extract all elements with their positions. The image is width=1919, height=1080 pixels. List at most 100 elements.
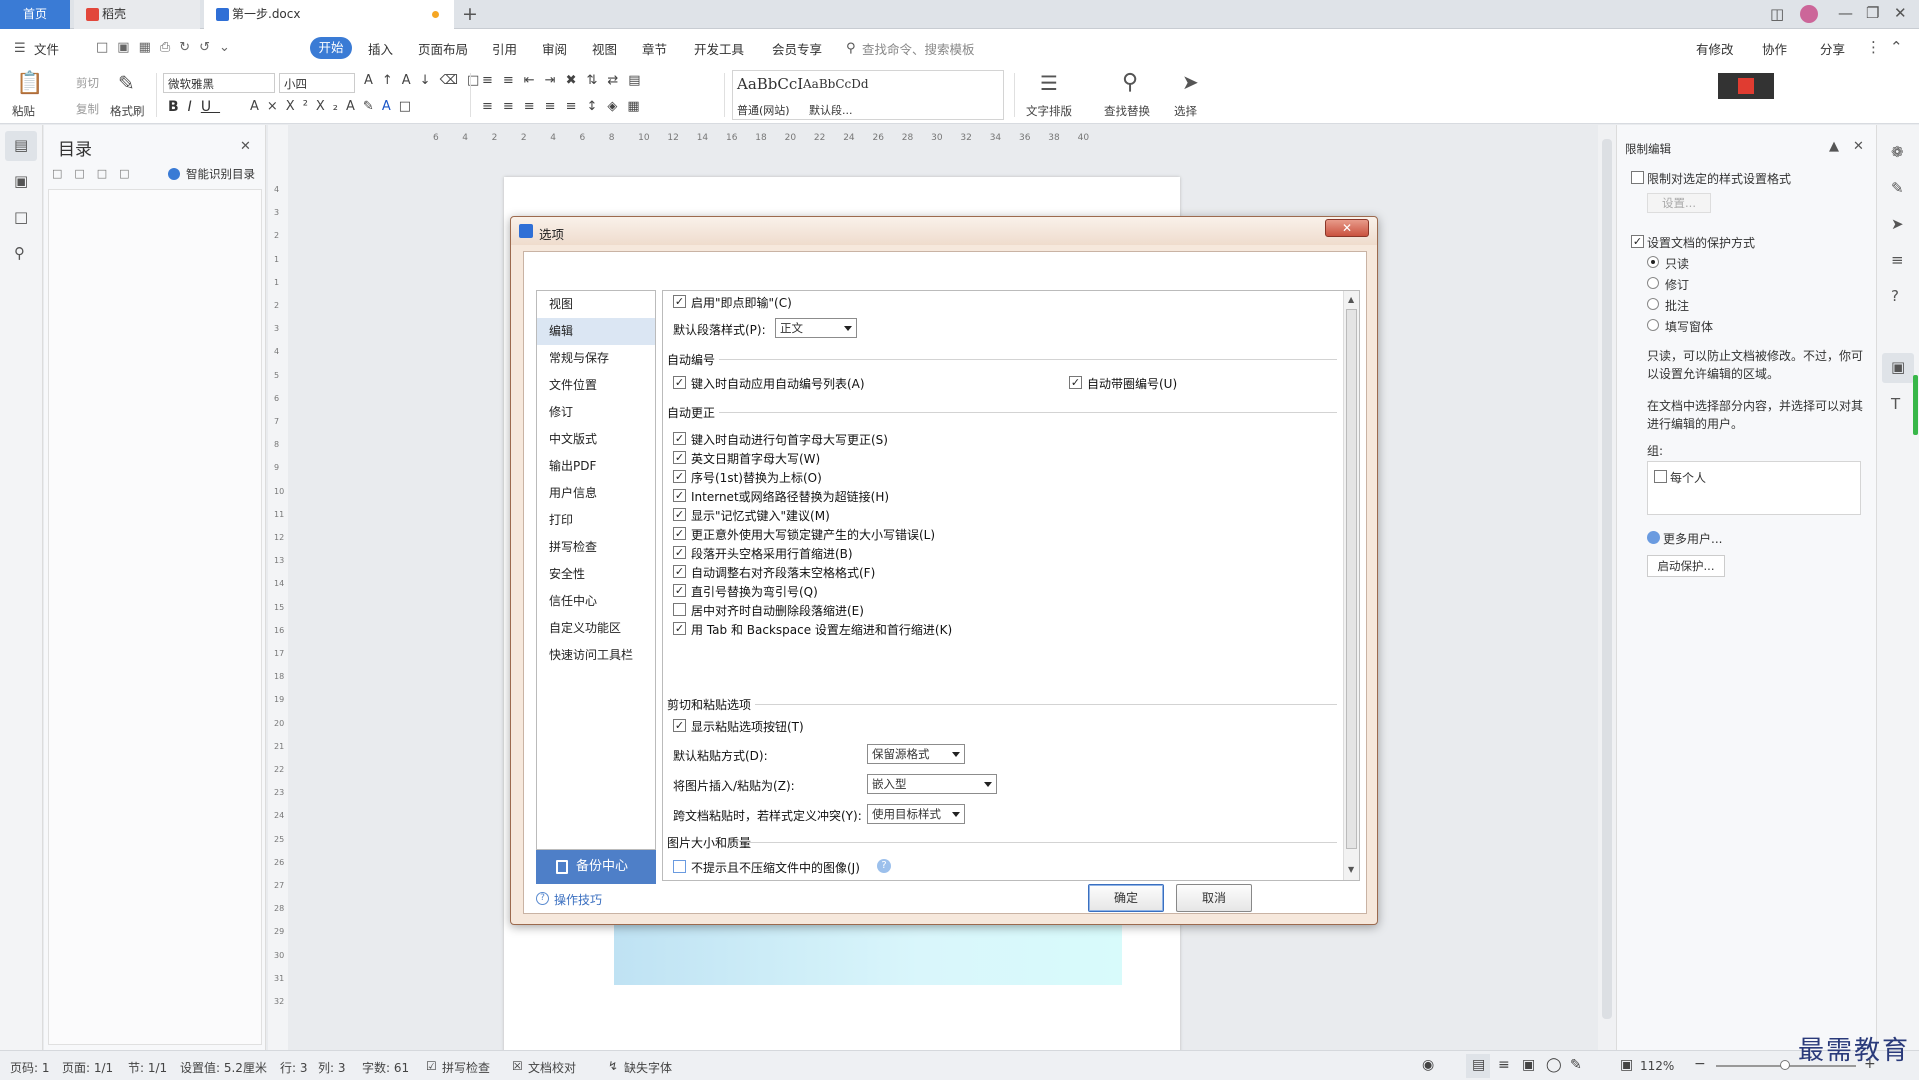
find-icon[interactable]: ⚲ [14, 246, 25, 261]
paste-icon[interactable]: 📋 [16, 73, 43, 95]
fit-page-icon[interactable]: ▣ [1620, 1057, 1633, 1073]
status-word-count[interactable]: 字数: 61 [362, 1059, 409, 1076]
backup-center-button[interactable]: 备份中心 [536, 850, 656, 884]
autocorrect-checkbox[interactable]: ✓ [673, 432, 686, 445]
document-image[interactable] [614, 919, 1122, 985]
settings-sliders-icon[interactable]: ≡ [1891, 253, 1904, 268]
font-size-select[interactable]: 小四 [279, 73, 355, 93]
style-icon[interactable]: ❁ [1891, 145, 1904, 160]
ok-button[interactable]: 确定 [1088, 884, 1164, 912]
category-item[interactable]: 拼写检查 [537, 534, 655, 561]
minimize-icon[interactable]: — [1838, 6, 1853, 21]
category-item[interactable]: 修订 [537, 399, 655, 426]
format-painter-icon[interactable]: ✎ [118, 73, 135, 93]
share-button[interactable]: 分享 [1820, 39, 1845, 58]
ime-toolbar[interactable] [1718, 73, 1774, 99]
tips-link[interactable]: 操作技巧 [554, 891, 602, 908]
autocorrect-checkbox[interactable]: ✓ [673, 584, 686, 597]
style-default-preview[interactable]: AaBbCcDd [803, 77, 869, 91]
copy-button[interactable]: 复制 [76, 101, 99, 117]
collapse-ribbon-icon[interactable]: ⌃ [1890, 40, 1903, 55]
show-paste-button-checkbox[interactable]: ✓ [673, 719, 686, 732]
radio-readonly[interactable] [1647, 256, 1659, 268]
tab-document[interactable]: 第一步.docx [204, 0, 454, 29]
auto-number-list-checkbox[interactable]: ✓ [673, 376, 686, 389]
category-item[interactable]: 视图 [537, 291, 655, 318]
text-effect-tools[interactable]: A×X²X₂A✎A□ [250, 99, 419, 114]
find-replace-icon[interactable]: ⚲ [1122, 72, 1138, 94]
zoom-level[interactable]: 112% [1640, 1059, 1674, 1073]
panel-close-icon[interactable]: ✕ [1853, 139, 1864, 154]
menu-insert[interactable]: 插入 [368, 39, 393, 58]
layout-icon[interactable]: ◫ [1770, 7, 1784, 22]
dialog-titlebar[interactable]: 选项 ✕ [511, 217, 1377, 245]
radio-revision[interactable] [1647, 277, 1659, 289]
status-spell-check[interactable]: 拼写检查 [442, 1059, 490, 1076]
find-replace-label[interactable]: 查找替换 [1104, 103, 1150, 119]
lock-icon[interactable]: ▣ [1891, 360, 1905, 375]
category-item[interactable]: 安全性 [537, 561, 655, 588]
font-family-select[interactable]: 微软雅黑 [163, 73, 275, 93]
collaborate-button[interactable]: 协作 [1762, 39, 1787, 58]
alignment-tools[interactable]: ≡≡≡≡≡↕◈▦ [482, 99, 650, 114]
category-item[interactable]: 输出PDF [537, 453, 655, 480]
cross-doc-select[interactable]: 使用目标样式 [867, 804, 965, 824]
close-window-icon[interactable]: ✕ [1894, 6, 1907, 21]
menu-file[interactable]: 文件 [34, 39, 59, 58]
restrict-panel-title[interactable]: 限制编辑 [1625, 141, 1671, 157]
outline-view-icon[interactable]: ≡ [1498, 1057, 1510, 1073]
menu-member[interactable]: 会员专享 [772, 39, 822, 58]
chapter-nav-icon[interactable]: ▣ [14, 174, 28, 189]
radio-comment[interactable] [1647, 298, 1659, 310]
toc-close-icon[interactable]: ✕ [240, 139, 251, 154]
text-icon[interactable]: T [1891, 397, 1900, 412]
autocorrect-checkbox[interactable]: ✓ [673, 470, 686, 483]
autocorrect-checkbox[interactable]: ✓ [673, 489, 686, 502]
style-normal-web-preview[interactable]: AaBbCcI [737, 75, 803, 93]
instant-input-checkbox[interactable]: ✓ [673, 295, 686, 308]
image-insert-select[interactable]: 嵌入型 [867, 774, 997, 794]
status-doc-proof[interactable]: 文档校对 [528, 1059, 576, 1076]
command-search[interactable]: 查找命令、搜索模板 [862, 39, 975, 58]
status-page[interactable]: 页码: 1 [10, 1059, 50, 1076]
autocorrect-checkbox[interactable]: ✓ [673, 527, 686, 540]
default-paste-select[interactable]: 保留源格式 [867, 744, 965, 764]
zoom-slider-thumb[interactable] [1780, 1060, 1790, 1070]
category-item[interactable]: 快速访问工具栏 [537, 642, 655, 669]
autocorrect-checkbox[interactable]: ✓ [673, 508, 686, 521]
has-changes-button[interactable]: 有修改 [1696, 39, 1734, 58]
autocorrect-checkbox[interactable]: ✓ [673, 565, 686, 578]
status-missing-font[interactable]: 缺失字体 [624, 1059, 672, 1076]
toc-panel-icon[interactable]: ▤ [14, 138, 28, 153]
bookmark-icon[interactable]: □ [14, 210, 28, 225]
quick-access-toolbar[interactable]: □▣▦⎙↻↺⌄ [96, 40, 286, 56]
status-setting-value[interactable]: 设置值: 5.2厘米 [180, 1059, 267, 1076]
autocorrect-checkbox[interactable]: ✓ [673, 546, 686, 559]
select-label[interactable]: 选择 [1174, 103, 1197, 119]
start-protect-button[interactable]: 启动保护... [1647, 555, 1725, 577]
no-compress-checkbox[interactable] [673, 860, 686, 873]
style-default-name[interactable]: 默认段... [809, 102, 853, 118]
status-section[interactable]: 节: 1/1 [128, 1059, 167, 1076]
autocorrect-checkbox[interactable]: ✓ [673, 451, 686, 464]
page-view-icon[interactable]: ▤ [1472, 1057, 1485, 1073]
status-col[interactable]: 列: 3 [318, 1059, 346, 1076]
menu-chapter[interactable]: 章节 [642, 39, 667, 58]
paste-label[interactable]: 粘贴 [12, 103, 35, 119]
category-item[interactable]: 常规与保存 [537, 345, 655, 372]
everyone-checkbox[interactable] [1654, 470, 1667, 483]
default-para-style-select[interactable]: 正文 [775, 318, 857, 338]
cancel-button[interactable]: 取消 [1176, 884, 1252, 912]
limit-format-checkbox[interactable] [1631, 171, 1644, 184]
toc-tools[interactable]: □□□□ [52, 167, 142, 180]
settings-scrollbar-thumb[interactable] [1346, 309, 1357, 849]
side-scroll-indicator[interactable] [1913, 375, 1918, 435]
category-item[interactable]: 打印 [537, 507, 655, 534]
menu-page-layout[interactable]: 页面布局 [418, 39, 468, 58]
restore-icon[interactable]: ❐ [1866, 6, 1879, 21]
category-item[interactable]: 用户信息 [537, 480, 655, 507]
pin-icon[interactable]: ▲ [1829, 139, 1839, 154]
pen-icon[interactable]: ✎ [1891, 181, 1904, 196]
text-layout-label[interactable]: 文字排版 [1026, 103, 1072, 119]
format-settings-button[interactable]: 设置... [1647, 193, 1711, 213]
